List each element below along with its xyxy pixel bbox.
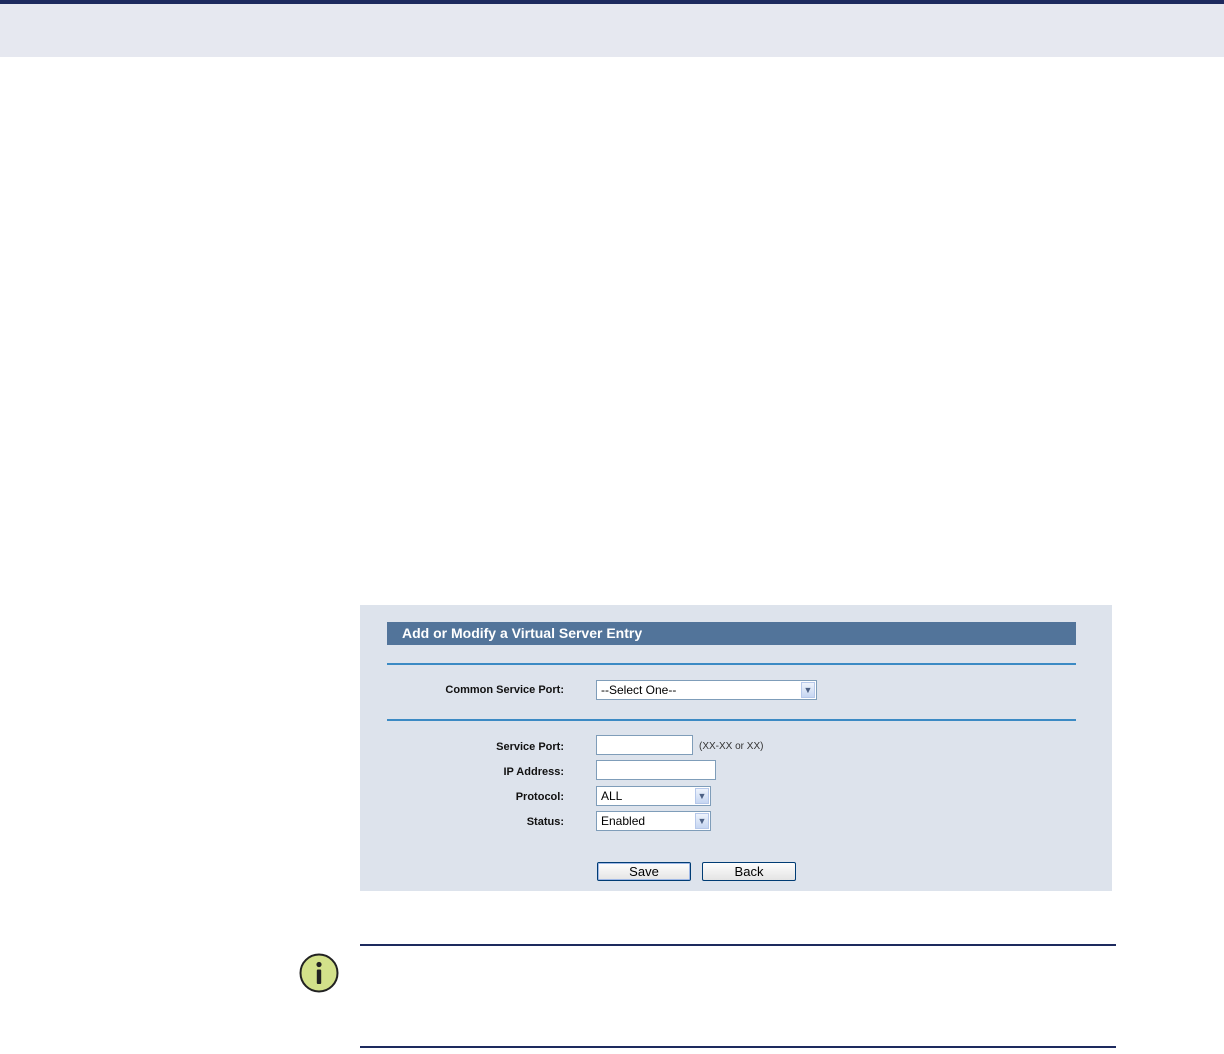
common-service-port-label: Common Service Port: bbox=[445, 684, 564, 696]
ip-address-label: IP Address: bbox=[503, 766, 564, 778]
chevron-down-icon: ▼ bbox=[801, 682, 815, 698]
virtual-server-form: Add or Modify a Virtual Server Entry Com… bbox=[360, 605, 1112, 891]
note-top-rule bbox=[360, 944, 1116, 946]
chevron-down-icon: ▼ bbox=[695, 788, 709, 804]
divider bbox=[387, 663, 1076, 665]
service-port-input[interactable] bbox=[596, 735, 693, 755]
back-button[interactable]: Back bbox=[702, 862, 796, 881]
status-value: Enabled bbox=[601, 814, 646, 828]
common-service-port-value: --Select One-- bbox=[601, 683, 677, 697]
protocol-select[interactable]: ALL ▼ bbox=[596, 786, 711, 806]
protocol-value: ALL bbox=[601, 789, 623, 803]
status-label: Status: bbox=[526, 816, 564, 828]
note-bottom-rule bbox=[360, 1046, 1116, 1048]
status-select[interactable]: Enabled ▼ bbox=[596, 811, 711, 831]
ip-address-input[interactable] bbox=[596, 760, 716, 780]
form-title: Add or Modify a Virtual Server Entry bbox=[387, 622, 1076, 645]
save-button[interactable]: Save bbox=[597, 862, 691, 881]
service-port-hint: (XX-XX or XX) bbox=[699, 741, 764, 752]
top-banner bbox=[0, 0, 1224, 57]
chevron-down-icon: ▼ bbox=[695, 813, 709, 829]
divider bbox=[387, 719, 1076, 721]
info-icon bbox=[299, 953, 339, 993]
protocol-label: Protocol: bbox=[515, 791, 564, 803]
common-service-port-select[interactable]: --Select One-- ▼ bbox=[596, 680, 817, 700]
service-port-label: Service Port: bbox=[496, 741, 564, 753]
